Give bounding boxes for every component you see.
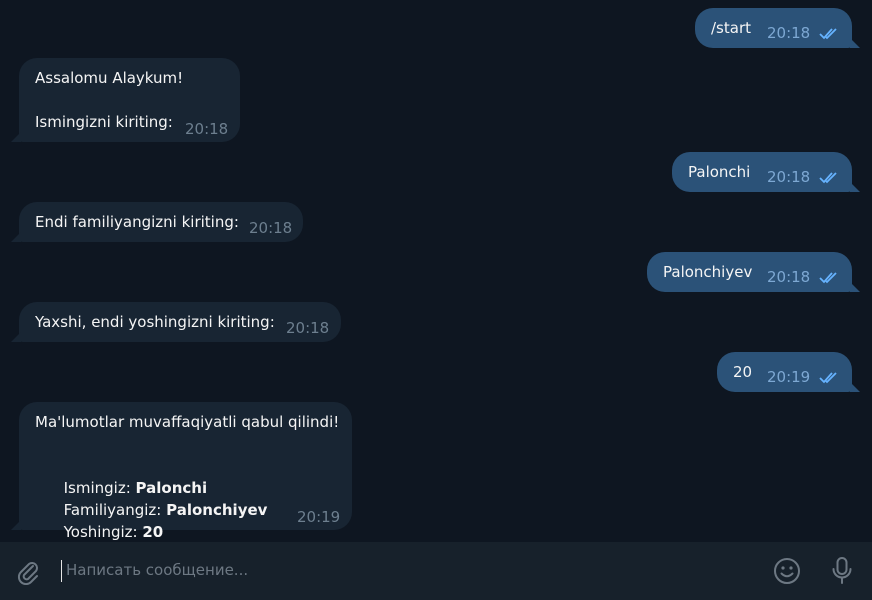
incoming-message[interactable]: Endi familiyangizni kiriting: 20:18 bbox=[19, 202, 303, 242]
double-check-icon bbox=[819, 172, 837, 184]
message-time: 20:18 bbox=[767, 268, 811, 286]
message-text: /start bbox=[711, 19, 751, 37]
outgoing-message[interactable]: /start 20:18 bbox=[695, 8, 852, 48]
chat-history: /start 20:18 Assalomu Alaykum! Ismingizn… bbox=[0, 0, 872, 542]
incoming-message[interactable]: Yaxshi, endi yoshingizni kiriting: 20:18 bbox=[19, 302, 341, 342]
outgoing-message[interactable]: Palonchi 20:18 bbox=[672, 152, 852, 192]
text-cursor bbox=[61, 560, 62, 582]
message-text: 20 bbox=[733, 363, 753, 381]
field-value: 20 bbox=[142, 523, 164, 541]
field-value: Palonchiyev bbox=[166, 501, 268, 519]
microphone-icon[interactable] bbox=[827, 555, 857, 585]
message-text: Palonchi bbox=[688, 163, 751, 181]
incoming-message[interactable]: Ma'lumotlar muvaffaqiyatli qabul qilindi… bbox=[19, 402, 352, 541]
message-text: Palonchiyev bbox=[663, 263, 753, 281]
smile-icon[interactable] bbox=[772, 556, 802, 586]
incoming-message[interactable]: Assalomu Alaykum! Ismingizni kiriting: 2… bbox=[19, 58, 240, 142]
double-check-icon bbox=[819, 372, 837, 384]
paperclip-icon[interactable] bbox=[14, 557, 42, 585]
message-time: 20:18 bbox=[185, 120, 229, 138]
message-time: 20:18 bbox=[767, 24, 811, 42]
message-input[interactable]: Написать сообщение... bbox=[66, 561, 248, 579]
message-text: Assalomu Alaykum! Ismingizni kiriting: bbox=[35, 69, 184, 131]
message-header: Ma'lumotlar muvaffaqiyatli qabul qilindi… bbox=[35, 413, 340, 431]
outgoing-message[interactable]: Palonchiyev 20:18 bbox=[647, 252, 852, 292]
message-composer: Написать сообщение... bbox=[0, 542, 872, 600]
message-time: 20:18 bbox=[249, 219, 293, 237]
message-time: 20:19 bbox=[297, 508, 341, 526]
message-time: 20:18 bbox=[286, 319, 330, 337]
outgoing-message[interactable]: 20 20:19 bbox=[717, 352, 852, 392]
message-time: 20:18 bbox=[767, 168, 811, 186]
message-time: 20:19 bbox=[767, 368, 811, 386]
double-check-icon bbox=[819, 28, 837, 40]
message-text: Endi familiyangizni kiriting: bbox=[35, 213, 239, 231]
message-text: Yaxshi, endi yoshingizni kiriting: bbox=[35, 313, 275, 331]
field-label: Yoshingiz: bbox=[63, 523, 143, 541]
double-check-icon bbox=[819, 272, 837, 284]
